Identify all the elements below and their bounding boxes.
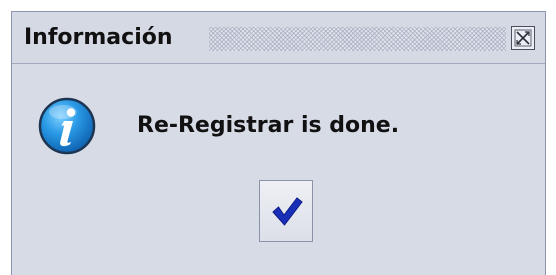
dialog-message: Re-Registrar is done. — [137, 113, 400, 138]
checkmark-icon — [272, 197, 303, 226]
ok-button[interactable] — [259, 180, 313, 242]
close-button[interactable] — [511, 26, 535, 50]
title-bar-grip[interactable] — [209, 27, 506, 51]
dialog-title: Información — [24, 25, 173, 50]
info-icon — [38, 97, 96, 155]
close-icon — [514, 29, 532, 47]
title-bar[interactable]: Información — [12, 12, 545, 64]
information-dialog: Información Re-Registrar is done. — [11, 11, 546, 275]
